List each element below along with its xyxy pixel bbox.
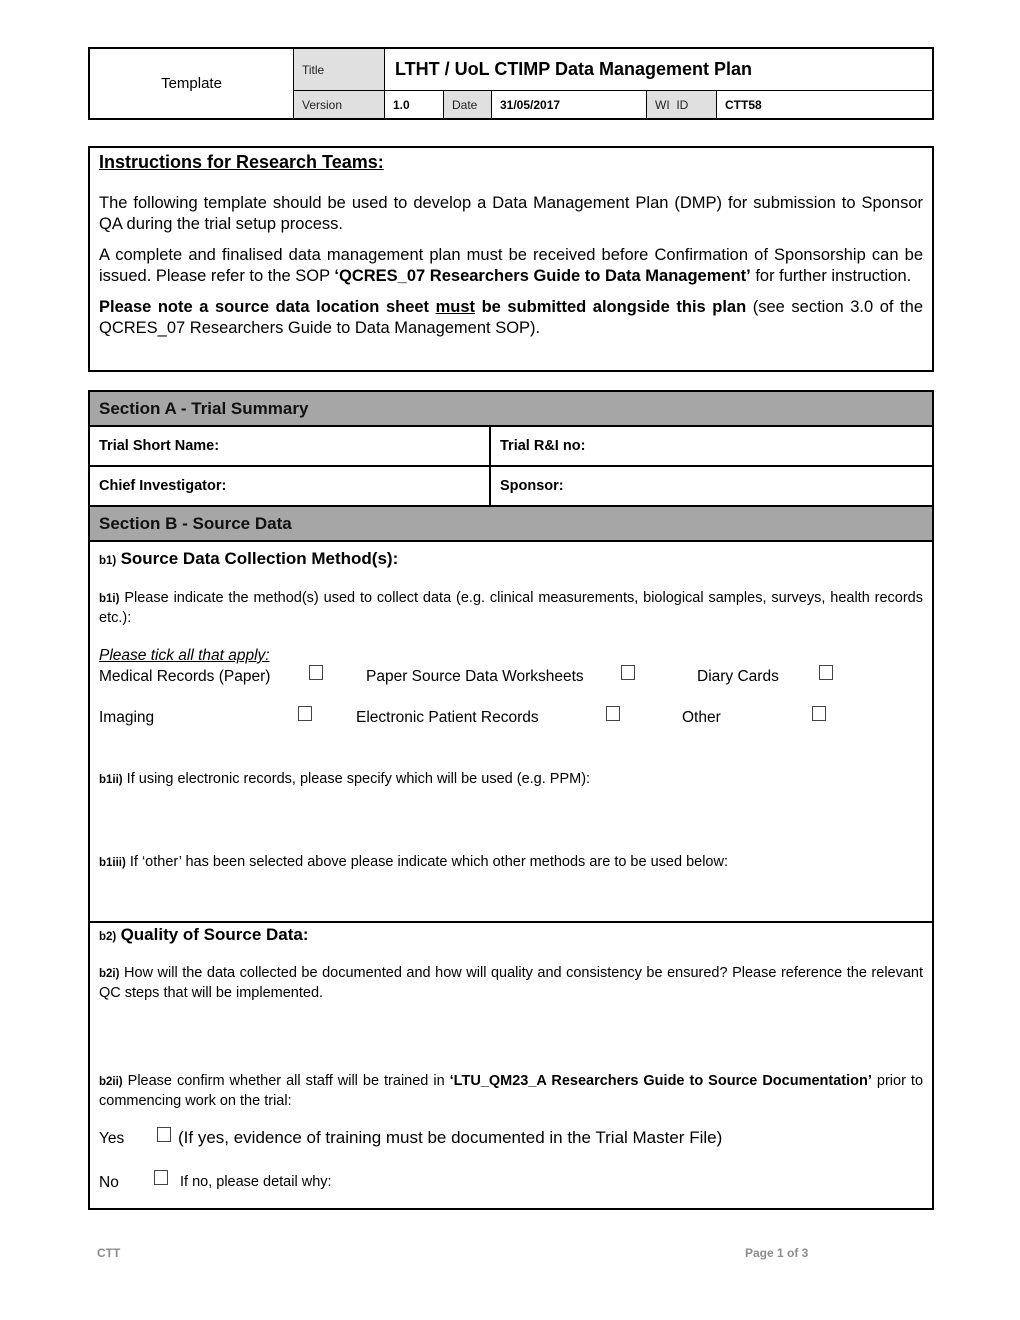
instructions-paragraph-3: Please note a source data location sheet… bbox=[99, 297, 923, 339]
b1ii-text: If using electronic records, please spec… bbox=[126, 771, 591, 787]
b2-title: Quality of Source Data: bbox=[120, 925, 309, 944]
b2ii-number: b2ii) bbox=[99, 1076, 123, 1088]
chief-investigator-label: Chief Investigator: bbox=[99, 478, 227, 494]
b1ii-question: b1ii) If using electronic records, pleas… bbox=[99, 770, 590, 790]
option-label-imaging: Imaging bbox=[99, 709, 155, 726]
b1iii-question: b1iii) If ‘other’ has been selected abov… bbox=[99, 853, 728, 873]
section-a-heading: Section A - Trial Summary bbox=[90, 392, 932, 427]
sponsor-field[interactable]: Sponsor: bbox=[491, 467, 932, 505]
trial-short-name-label: Trial Short Name: bbox=[99, 438, 220, 454]
checkbox-imaging[interactable] bbox=[298, 706, 312, 721]
checkbox-diary-cards[interactable] bbox=[819, 665, 833, 680]
date-label: Date bbox=[444, 91, 492, 118]
section-a-row-1: Trial Short Name: Trial R&I no: bbox=[90, 427, 932, 467]
instructions-paragraph-2: A complete and finalised data management… bbox=[99, 245, 923, 287]
b2ii-text-a: Please confirm whether all staff will be… bbox=[127, 1073, 450, 1089]
b1-heading: b1) Source Data Collection Method(s): bbox=[99, 549, 398, 571]
b1-title: Source Data Collection Method(s): bbox=[120, 549, 399, 568]
b1i-question: b1i) Please indicate the method(s) used … bbox=[99, 589, 923, 628]
b2-number: b2) bbox=[99, 931, 117, 943]
dmp-form: Section A - Trial Summary Trial Short Na… bbox=[88, 390, 934, 1210]
chief-investigator-field[interactable]: Chief Investigator: bbox=[90, 467, 491, 505]
instructions-heading: Instructions for Research Teams: bbox=[99, 152, 384, 172]
version-value: 1.0 bbox=[385, 91, 444, 118]
no-note: If no, please detail why: bbox=[180, 1174, 332, 1190]
template-label: Template bbox=[90, 49, 294, 118]
instructions-box: Instructions for Research Teams: The fol… bbox=[88, 146, 934, 372]
training-guide-reference: ‘LTU_QM23_A Researchers Guide to Source … bbox=[449, 1073, 872, 1089]
sop-reference: ‘QCRES_07 Researchers Guide to Data Mana… bbox=[334, 267, 751, 285]
wi-id-label: WI ID bbox=[647, 91, 717, 118]
b1i-number: b1i) bbox=[99, 593, 120, 605]
trial-ri-no-label: Trial R&I no: bbox=[500, 438, 586, 454]
option-label-medical-records-paper: Medical Records (Paper) bbox=[99, 668, 271, 685]
footer-left: CTT bbox=[97, 1246, 121, 1260]
b1i-text: Please indicate the method(s) used to co… bbox=[99, 590, 923, 626]
checkbox-yes[interactable] bbox=[157, 1127, 171, 1142]
b1iii-text: If ‘other’ has been selected above pleas… bbox=[129, 854, 728, 870]
checkbox-medical-records-paper[interactable] bbox=[309, 665, 323, 680]
tick-hint: Please tick all that apply: bbox=[99, 647, 270, 664]
b2i-number: b2i) bbox=[99, 968, 120, 980]
checkbox-no[interactable] bbox=[154, 1170, 168, 1185]
trial-short-name-field[interactable]: Trial Short Name: bbox=[90, 427, 491, 465]
document-header-table: Template Title LTHT / UoL CTIMP Data Man… bbox=[88, 47, 934, 120]
title-label: Title bbox=[294, 49, 385, 91]
document-title: LTHT / UoL CTIMP Data Management Plan bbox=[385, 49, 932, 91]
b2i-text: How will the data collected be documente… bbox=[99, 965, 924, 1001]
checkbox-paper-source-data-worksheets[interactable] bbox=[621, 665, 635, 680]
sponsor-label: Sponsor: bbox=[500, 478, 564, 494]
b2i-question: b2i) How will the data collected be docu… bbox=[99, 964, 923, 1003]
b2ii-question: b2ii) Please confirm whether all staff w… bbox=[99, 1072, 923, 1111]
section-b-heading: Section B - Source Data bbox=[90, 507, 932, 542]
section-a-row-2: Chief Investigator: Sponsor: bbox=[90, 467, 932, 507]
b1-number: b1) bbox=[99, 555, 117, 567]
b1iii-number: b1iii) bbox=[99, 857, 126, 869]
checkbox-electronic-patient-records[interactable] bbox=[606, 706, 620, 721]
yes-label: Yes bbox=[99, 1130, 125, 1147]
p2-text-end: for further instruction. bbox=[750, 267, 912, 285]
option-label-paper-source-data-worksheets: Paper Source Data Worksheets bbox=[366, 668, 584, 685]
b1ii-number: b1ii) bbox=[99, 774, 123, 786]
trial-ri-no-field[interactable]: Trial R&I no: bbox=[491, 427, 932, 465]
p3-bold-c: be submitted alongside this plan bbox=[475, 298, 747, 316]
version-label: Version bbox=[294, 91, 385, 118]
date-value: 31/05/2017 bbox=[492, 91, 647, 118]
p3-must: must bbox=[435, 298, 476, 316]
option-label-diary-cards: Diary Cards bbox=[697, 668, 779, 685]
no-label: No bbox=[99, 1174, 119, 1191]
option-label-other: Other bbox=[682, 709, 721, 726]
b2-heading: b2) Quality of Source Data: bbox=[99, 925, 309, 947]
b1-b2-divider bbox=[90, 921, 932, 923]
page-number: Page 1 of 3 bbox=[745, 1246, 809, 1260]
option-label-electronic-patient-records: Electronic Patient Records bbox=[356, 709, 539, 726]
checkbox-other[interactable] bbox=[812, 706, 826, 721]
p3-bold-a: Please note a source data location sheet bbox=[99, 298, 436, 316]
yes-note: (If yes, evidence of training must be do… bbox=[178, 1128, 723, 1147]
instructions-paragraph-1: The following template should be used to… bbox=[99, 194, 923, 233]
wi-id-value: CTT58 bbox=[725, 97, 762, 112]
